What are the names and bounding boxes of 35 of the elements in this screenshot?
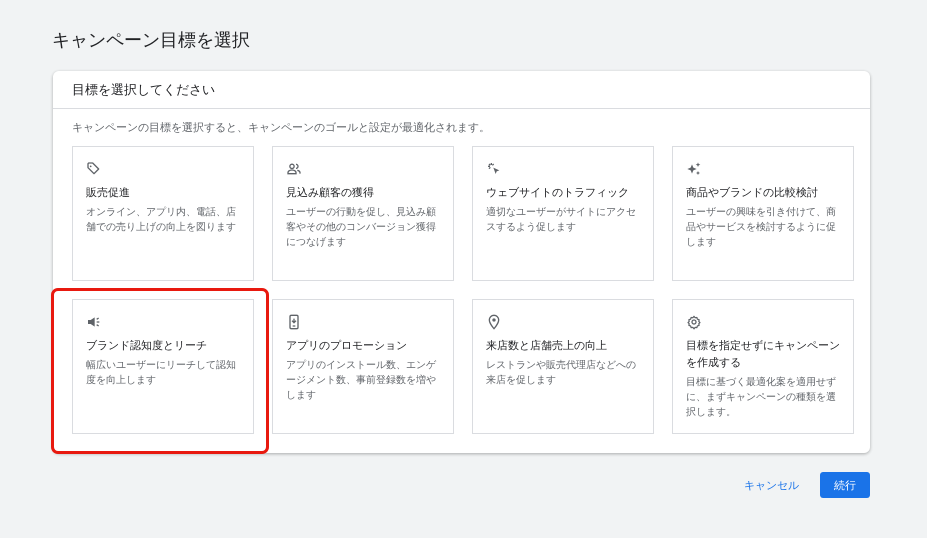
map-pin-icon	[486, 314, 502, 330]
card-description: アプリのインストール数、エンゲージメント数、事前登録数を増やします	[286, 358, 438, 403]
card-title: 来店数と店舗売上の向上	[486, 338, 607, 354]
card-description: オンライン、アプリ内、電話、店舗での売り上げの向上を図ります	[86, 206, 237, 235]
tag-icon	[86, 161, 102, 177]
card-title: 目標を指定せずにキャンペーンを作成する	[686, 338, 840, 371]
page-title: キャンペーン目標を選択	[52, 29, 251, 52]
card-description: レストランや販売代理店などへの来店を促します	[486, 358, 637, 388]
goal-card[interactable]: アプリのプロモーション アプリのインストール数、エンゲージメント数、事前登録数を増やします	[272, 299, 454, 434]
continue-button[interactable]: 続行	[820, 472, 870, 498]
card-description: ユーザーの興味を引き付けて、商品やサービスを検討するように促します	[686, 206, 837, 250]
panel-heading: 目標を選択してください	[72, 82, 215, 99]
goal-card[interactable]: 目標を指定せずにキャンペーンを作成する 目標に基づく最適化案を適用せずに、まずキャンペーンの種類を選択します。	[672, 299, 854, 434]
sparkle-icon	[686, 161, 702, 177]
card-title: アプリのプロモーション	[286, 338, 407, 354]
cancel-button[interactable]: キャンセル	[734, 472, 809, 498]
goal-card[interactable]: 販売促進 オンライン、アプリ内、電話、店舗での売り上げの向上を図ります	[72, 146, 254, 281]
card-title: ウェブサイトのトラフィック	[486, 185, 629, 201]
goal-card[interactable]: 見込み顧客の獲得 ユーザーの行動を促し、見込み顧客やその他のコンバージョン獲得につなげます	[272, 146, 454, 281]
card-description: 目標に基づく最適化案を適用せずに、まずキャンペーンの種類を選択します。	[686, 376, 837, 420]
card-title: 見込み顧客の獲得	[286, 185, 374, 201]
card-description: ユーザーの行動を促し、見込み顧客やその他のコンバージョン獲得につなげます	[286, 206, 437, 250]
goal-card[interactable]: ブランド認知度とリーチ 幅広いユーザーにリーチして認知度を向上します	[72, 299, 254, 434]
goal-card[interactable]: 来店数と店舗売上の向上 レストランや販売代理店などへの来店を促します	[472, 299, 654, 434]
card-title: 商品やブランドの比較検討	[686, 185, 818, 201]
goal-card[interactable]: 商品やブランドの比較検討 ユーザーの興味を引き付けて、商品やサービスを検討するように促します	[672, 146, 854, 281]
intro-text: キャンペーンの目標を選択すると、キャンペーンのゴールと設定が最適化されます。	[72, 120, 491, 135]
cursor-click-icon	[486, 161, 502, 177]
settings-icon	[686, 314, 702, 330]
card-description: 幅広いユーザーにリーチして認知度を向上します	[86, 358, 237, 388]
people-icon	[286, 161, 302, 177]
card-description: 適切なユーザーがサイトにアクセスするよう促します	[486, 206, 637, 235]
card-title: ブランド認知度とリーチ	[86, 338, 207, 354]
goal-card[interactable]: ウェブサイトのトラフィック 適切なユーザーがサイトにアクセスするよう促します	[472, 146, 654, 281]
card-title: 販売促進	[86, 185, 130, 201]
